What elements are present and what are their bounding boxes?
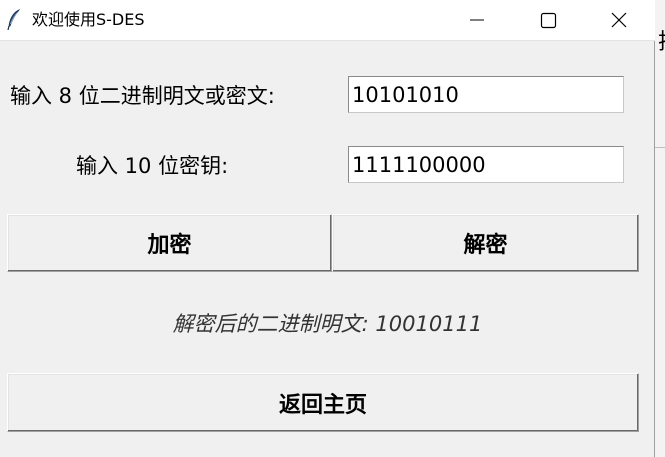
feather-icon [6,9,22,31]
maximize-icon [540,12,557,29]
key-input[interactable] [348,146,624,183]
plaintext-label: 输入 8 位二进制明文或密文: [10,84,275,108]
background-window-divider [655,147,665,148]
result-text: 解密后的二进制明文: 10010111 [172,312,483,336]
maximize-button[interactable] [512,0,584,40]
close-button[interactable] [583,0,655,40]
background-window-partial-text: 拮 [658,24,665,56]
window-title: 欢迎使用S-DES [32,10,145,29]
sdes-window: 欢迎使用S-DES 输入 8 位二进制明文或密文: 输入 10 位密钥: 加密 … [0,0,655,457]
plaintext-input[interactable] [348,76,624,113]
title-separator [0,40,655,41]
decrypt-button[interactable]: 解密 [332,214,639,272]
close-icon [611,12,627,28]
title-bar[interactable]: 欢迎使用S-DES [0,0,655,40]
home-button[interactable]: 返回主页 [7,373,639,432]
minimize-button[interactable] [440,0,512,40]
minimize-icon [470,19,484,21]
encrypt-button[interactable]: 加密 [7,214,332,272]
background-window-strip: 拮 [655,0,665,457]
key-label: 输入 10 位密钥: [76,154,229,178]
